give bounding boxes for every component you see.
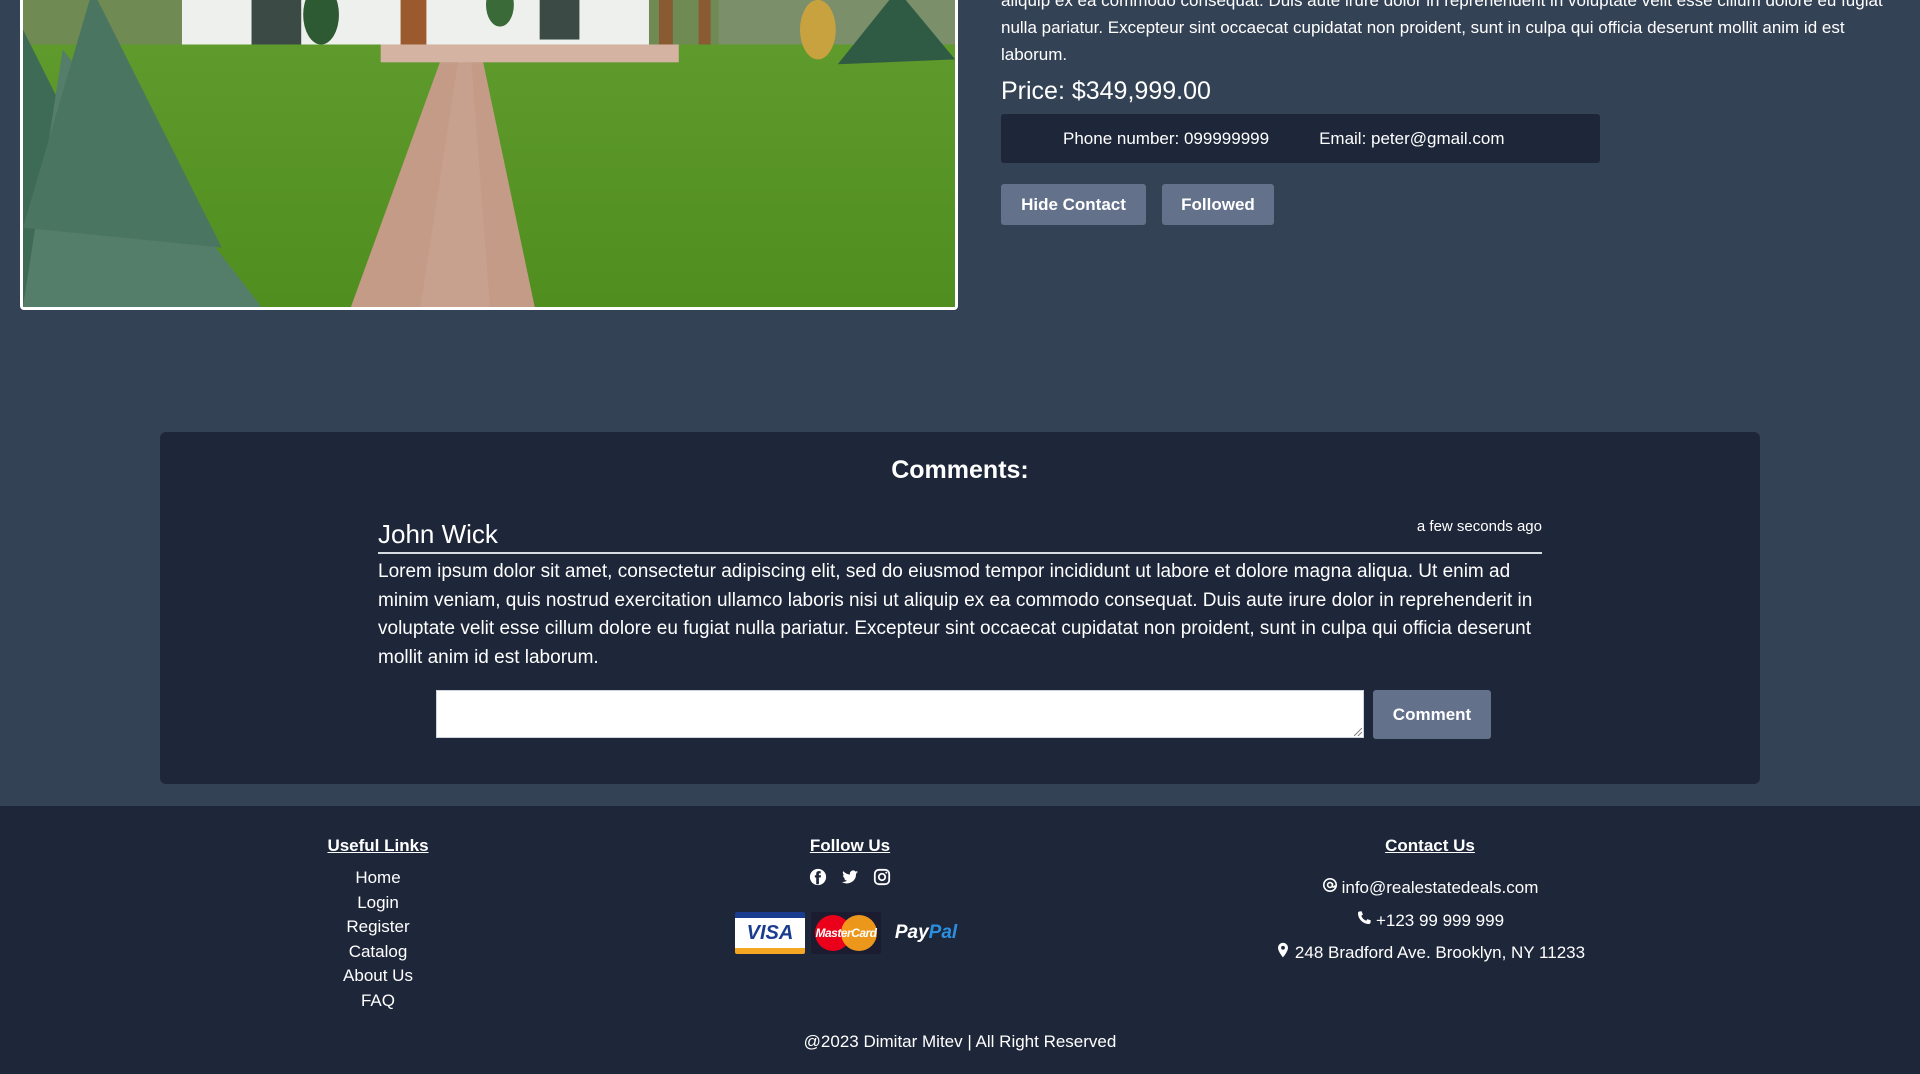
contact-email-line: info@realestatedeals.com <box>1230 872 1630 905</box>
footer: Useful Links Home Login Register Catalog… <box>0 806 1920 1074</box>
facebook-icon[interactable] <box>809 868 827 886</box>
footer-phone[interactable]: +123 99 999 999 <box>1376 905 1504 938</box>
footer-address: 248 Bradford Ave. Brooklyn, NY 11233 <box>1294 943 1586 962</box>
follow-us: Follow Us VISA MasterCard Pay Pal <box>700 836 1000 954</box>
footer-link-home[interactable]: Home <box>278 866 478 891</box>
comments-title: Comments: <box>891 456 1029 484</box>
comment-timestamp: a few seconds ago <box>1416 518 1542 535</box>
phone-icon <box>1356 905 1372 938</box>
footer-link-register[interactable]: Register <box>278 915 478 940</box>
contact-email: Email: peter@gmail.com <box>1319 128 1505 148</box>
at-icon <box>1322 872 1338 905</box>
map-pin-icon <box>1275 937 1291 970</box>
comment-submit-button[interactable]: Comment <box>1373 690 1491 739</box>
contact-phone: Phone number: 099999999 <box>1063 128 1270 148</box>
twitter-icon[interactable] <box>841 868 859 886</box>
social-icons <box>700 868 1000 886</box>
price: Price: $349,999.00 <box>1001 77 1211 105</box>
copyright: @2023 Dimitar Mitev | All Right Reserved <box>803 1032 1117 1051</box>
contact-us-title: Contact Us <box>1385 836 1475 855</box>
comments-section: Comments: John Wick a few seconds ago Lo… <box>160 432 1760 784</box>
listing-details: aliquip ex ea commodo consequat. Duis au… <box>1001 0 1891 225</box>
comment-input[interactable] <box>436 690 1364 738</box>
footer-link-catalog[interactable]: Catalog <box>278 940 478 965</box>
contact-us: Contact Us info@realestatedeals.com +123… <box>1230 836 1630 970</box>
resize-grip-icon[interactable] <box>1354 728 1362 736</box>
mastercard-logo: MasterCard <box>811 912 881 954</box>
comment-header: John Wick a few seconds ago <box>378 510 1542 554</box>
follow-us-title: Follow Us <box>809 836 891 855</box>
footer-email[interactable]: info@realestatedeals.com <box>1342 872 1539 905</box>
comment-text: Lorem ipsum dolor sit amet, consectetur … <box>378 561 1533 668</box>
description-text: aliquip ex ea commodo consequat. Duis au… <box>1001 0 1883 64</box>
useful-links: Useful Links Home Login Register Catalog… <box>278 836 478 1013</box>
instagram-icon[interactable] <box>873 868 891 886</box>
hide-contact-button[interactable]: Hide Contact <box>1001 184 1146 225</box>
footer-link-faq[interactable]: FAQ <box>278 989 478 1014</box>
footer-link-about-us[interactable]: About Us <box>278 964 478 989</box>
followed-button[interactable]: Followed <box>1162 184 1274 225</box>
useful-links-title: Useful Links <box>327 836 429 855</box>
footer-link-login[interactable]: Login <box>278 891 478 916</box>
payment-methods: VISA MasterCard Pay Pal <box>700 912 1000 954</box>
contact-address-line: 248 Bradford Ave. Brooklyn, NY 11233 <box>1230 937 1630 970</box>
comment-author: John Wick <box>378 519 498 549</box>
visa-logo: VISA <box>735 912 805 954</box>
contact-phone-line: +123 99 999 999 <box>1230 905 1630 938</box>
property-image <box>20 0 958 310</box>
paypal-logo: Pay Pal <box>894 922 958 943</box>
contact-info-box: Phone number: 099999999 Email: peter@gma… <box>1001 114 1600 163</box>
